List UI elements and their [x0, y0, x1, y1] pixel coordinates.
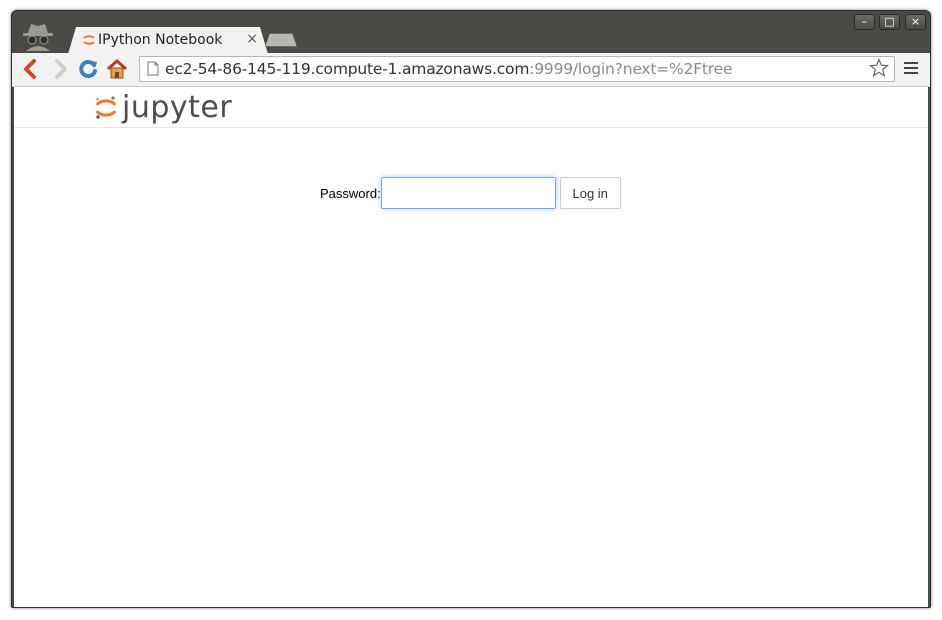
- password-label: Password:: [320, 185, 381, 201]
- login-button[interactable]: Log in: [559, 177, 621, 209]
- forward-icon[interactable]: [49, 58, 71, 80]
- tab-title: IPython Notebook: [98, 32, 223, 48]
- page-icon: [147, 61, 159, 76]
- jupyter-logo-icon: [95, 96, 117, 119]
- tab-close-icon[interactable]: ×: [246, 31, 258, 47]
- password-input[interactable]: [380, 177, 556, 209]
- browser-menu-icon[interactable]: [904, 62, 918, 76]
- back-icon[interactable]: [20, 58, 42, 80]
- jupyter-logo[interactable]: jupyter: [94, 92, 232, 124]
- incognito-icon: [23, 24, 53, 51]
- address-bar[interactable]: ec2-54-86-145-119.compute-1.amazonaws.co…: [139, 56, 895, 82]
- maximize-button[interactable]: □: [879, 14, 900, 30]
- bookmark-star-icon[interactable]: [869, 58, 889, 78]
- jupyter-header: jupyter: [14, 87, 928, 128]
- url-host: ec2-54-86-145-119.compute-1.amazonaws.co…: [165, 60, 530, 78]
- minimize-button[interactable]: –: [854, 14, 875, 30]
- jupyter-favicon-icon: [83, 35, 95, 45]
- login-form: Password: Log in: [320, 177, 621, 209]
- home-icon[interactable]: [106, 58, 128, 80]
- close-window-button[interactable]: ×: [905, 14, 926, 30]
- page-content: jupyter Password: Log in: [14, 87, 928, 607]
- browser-toolbar: ec2-54-86-145-119.compute-1.amazonaws.co…: [12, 53, 930, 87]
- tab-ipython-notebook[interactable]: IPython Notebook ×: [68, 27, 268, 54]
- url-path: :9999/login?next=%2Ftree: [529, 60, 733, 78]
- url-text[interactable]: ec2-54-86-145-119.compute-1.amazonaws.co…: [165, 60, 733, 78]
- new-tab-button[interactable]: [265, 33, 297, 47]
- reload-icon[interactable]: [77, 58, 99, 80]
- jupyter-logo-text: jupyter: [122, 90, 233, 125]
- browser-window: IPython Notebook × – □ × ec2-54-86-145-1…: [11, 10, 931, 608]
- title-bar: IPython Notebook × – □ ×: [12, 11, 930, 54]
